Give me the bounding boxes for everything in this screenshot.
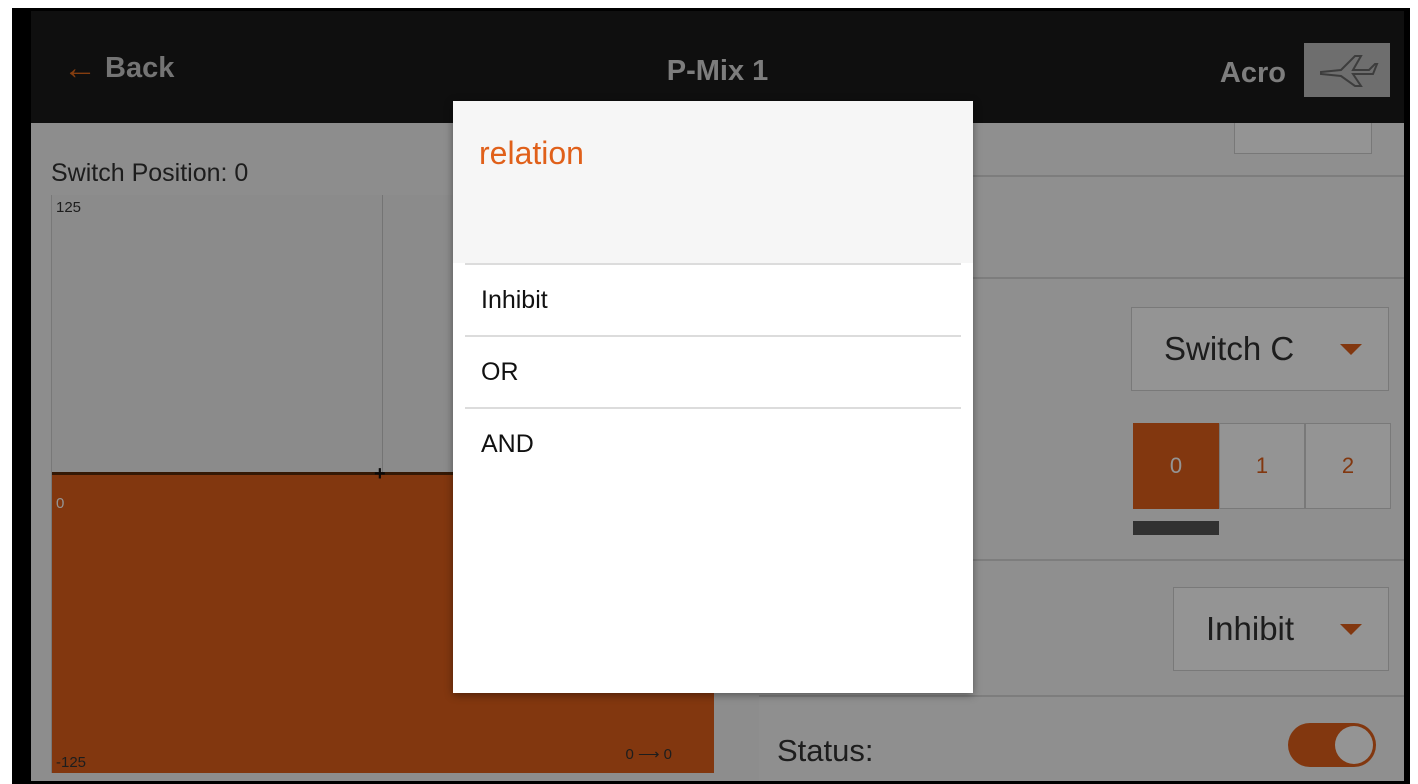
option-list: Inhibit OR AND [465,263,961,479]
dialog-header: relation [453,101,973,263]
option-inhibit[interactable]: Inhibit [465,263,961,335]
option-or[interactable]: OR [465,335,961,407]
relation-dialog: relation Inhibit OR AND [453,101,973,693]
option-and[interactable]: AND [465,407,961,479]
screen: ← Back P-Mix 1 Acro Switch Position: 0 +… [31,11,1404,781]
device-frame: ← Back P-Mix 1 Acro Switch Position: 0 +… [12,8,1410,784]
dialog-title: relation [479,135,584,171]
